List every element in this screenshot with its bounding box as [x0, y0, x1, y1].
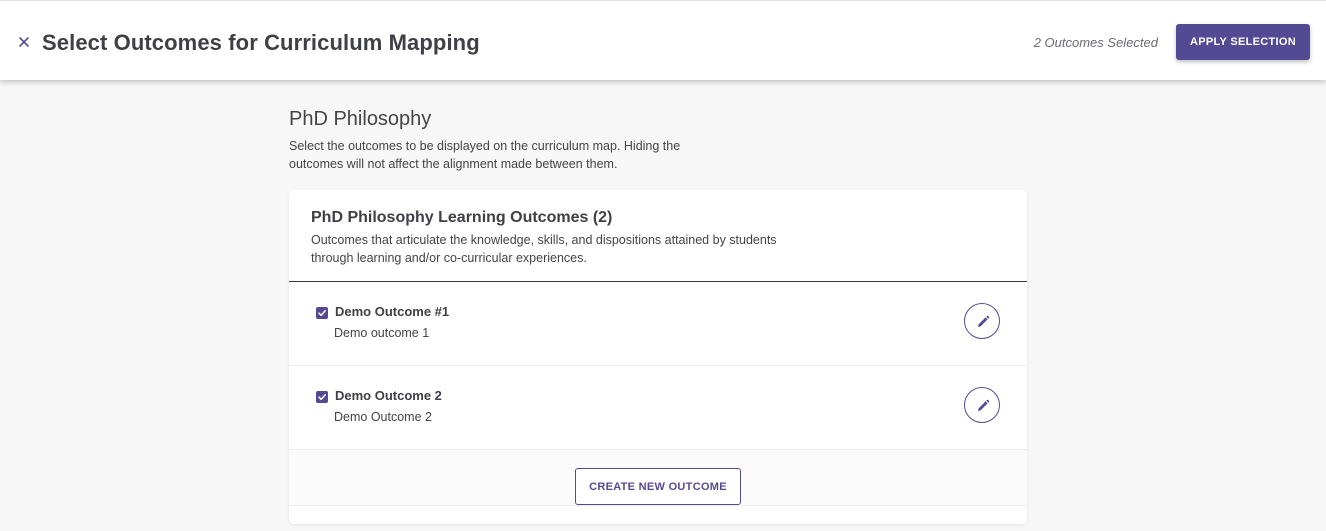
pencil-icon [978, 399, 990, 411]
outcome-set-card: PhD Philosophy Learning Outcomes (2) Out… [289, 190, 1027, 524]
selected-count: 2 Outcomes Selected [1033, 35, 1158, 50]
outcome-checkbox[interactable] [316, 391, 328, 403]
top-bar: Select Outcomes for Curriculum Mapping 2… [0, 0, 1326, 80]
page-title: Select Outcomes for Curriculum Mapping [42, 30, 480, 55]
checkmark-icon [318, 394, 326, 401]
outcome-set-footer: CREATE NEW OUTCOME [289, 450, 1027, 506]
outcome-row: Demo Outcome #1 Demo outcome 1 [289, 282, 1027, 366]
outcome-set-title: PhD Philosophy Learning Outcomes (2) [311, 209, 613, 226]
outcome-description: Demo Outcome 2 [334, 410, 432, 424]
main-content: PhD Philosophy Select the outcomes to be… [289, 80, 1027, 524]
checkmark-icon [318, 310, 326, 317]
pencil-icon [978, 315, 990, 327]
outcome-row: Demo Outcome 2 Demo Outcome 2 [289, 366, 1027, 450]
close-button[interactable] [14, 32, 34, 52]
outcome-name: Demo Outcome #1 [335, 304, 450, 319]
create-new-outcome-button[interactable]: CREATE NEW OUTCOME [575, 468, 741, 505]
apply-selection-button[interactable]: APPLY SELECTION [1176, 24, 1310, 60]
card-bottom-spacer [289, 506, 1027, 524]
outcome-set-description: Outcomes that articulate the knowledge, … [311, 233, 777, 265]
outcome-description: Demo outcome 1 [334, 326, 430, 340]
program-description: Select the outcomes to be displayed on t… [289, 139, 681, 171]
close-icon [19, 37, 29, 47]
edit-outcome-button[interactable] [964, 387, 1000, 423]
edit-outcome-button[interactable] [964, 303, 1000, 339]
outcome-checkbox[interactable] [316, 307, 328, 319]
program-title: PhD Philosophy [289, 108, 432, 130]
outcome-name: Demo Outcome 2 [335, 388, 442, 403]
outcome-set-header: PhD Philosophy Learning Outcomes (2) Out… [289, 190, 1027, 282]
